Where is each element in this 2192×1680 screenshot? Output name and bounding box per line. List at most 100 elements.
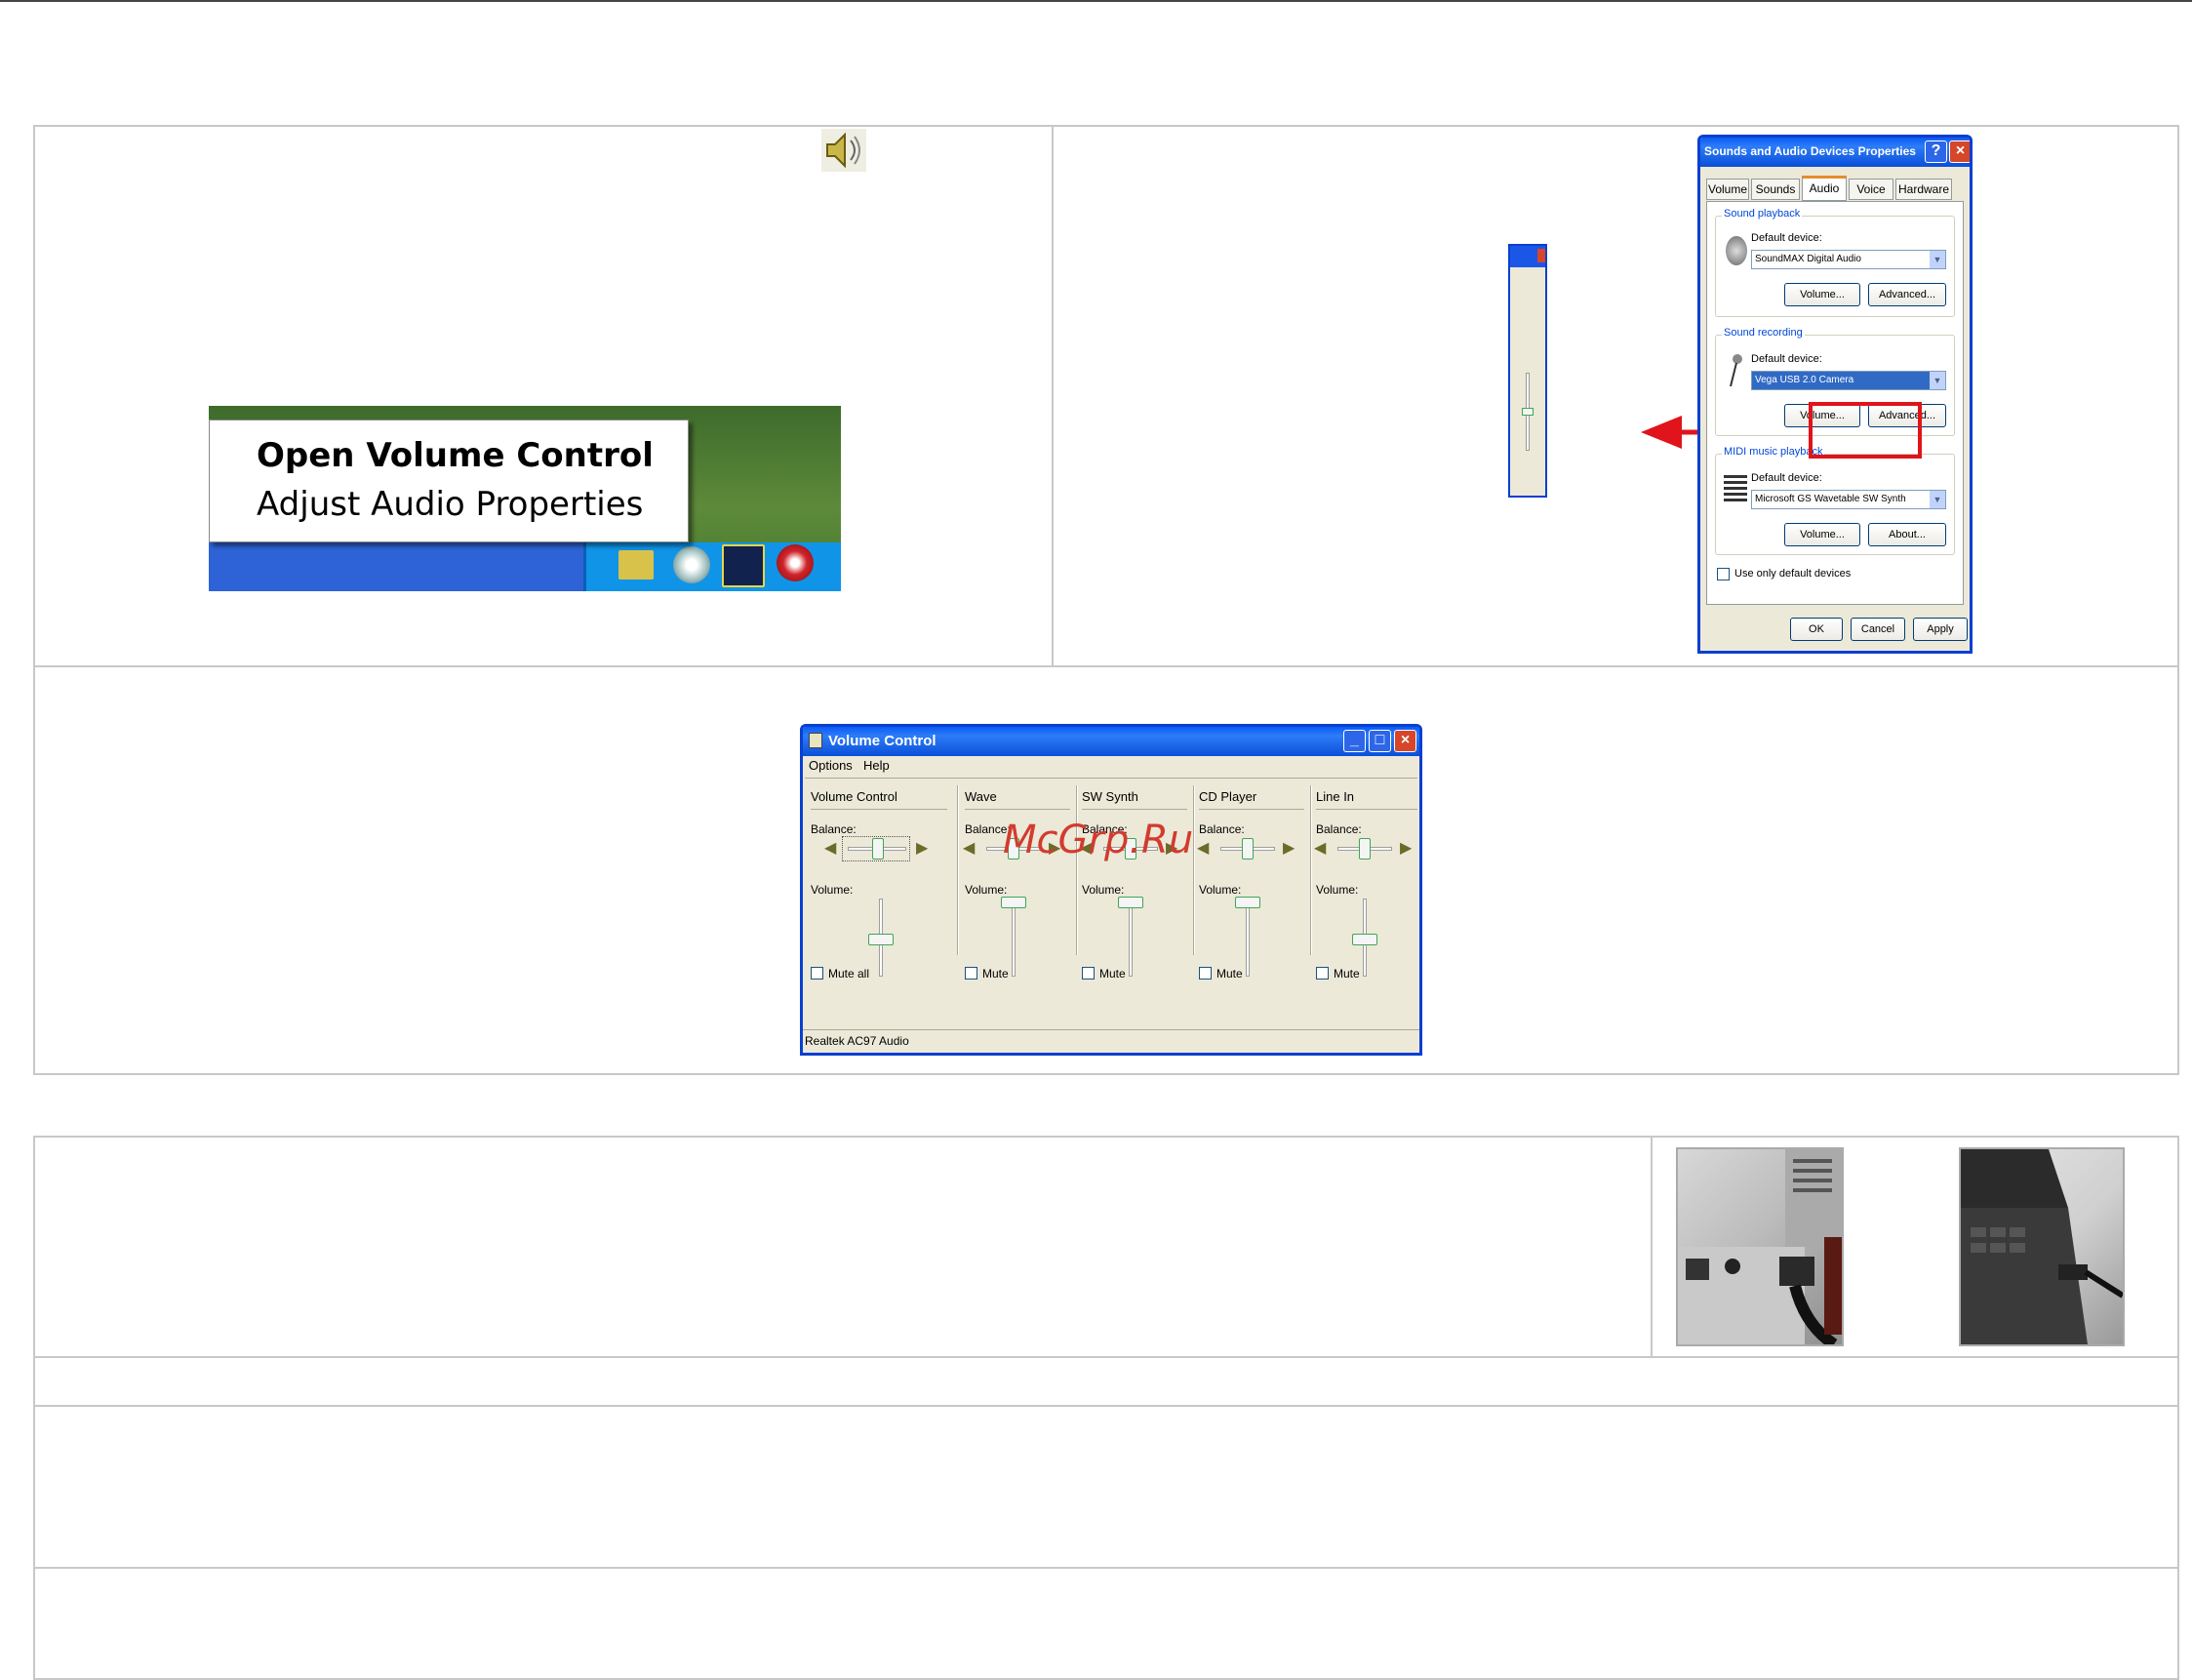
mini-volume-window (1508, 244, 1547, 498)
volume-tray-icon[interactable] (673, 546, 710, 583)
sound-properties-titlebar: Sounds and Audio Devices Properties ? × (1700, 138, 1970, 167)
column-title: Volume Control (811, 789, 897, 804)
chevron-down-icon: ▼ (1930, 372, 1945, 389)
mute-label: Mute (982, 967, 1009, 980)
ok-button[interactable]: OK (1790, 618, 1843, 641)
tab-voice[interactable]: Voice (1849, 179, 1893, 200)
menu-help[interactable]: Help (863, 758, 890, 773)
speaker-icon (1726, 236, 1747, 265)
mute-all-checkbox[interactable] (811, 967, 823, 980)
speaker-icon (821, 129, 866, 172)
lower-divider-2 (33, 1405, 2179, 1407)
column-separator (1310, 785, 1312, 955)
help-icon[interactable]: ? (1925, 140, 1947, 163)
mute-label: Mute (1099, 967, 1126, 980)
menu-options[interactable]: Options (809, 758, 853, 773)
speaker-left-icon: ◀ (1197, 840, 1210, 857)
playback-device-select[interactable]: SoundMAX Digital Audio ▼ (1751, 250, 1946, 269)
speaker-right-icon: ▶ (916, 840, 929, 857)
column-title: SW Synth (1082, 789, 1138, 804)
mute-checkbox[interactable] (965, 967, 977, 980)
mute-all-label: Mute all (828, 967, 870, 980)
highlight-box (1809, 402, 1922, 459)
volume-slider[interactable] (1001, 897, 1026, 908)
chevron-down-icon: ▼ (1930, 491, 1945, 508)
playback-volume-button[interactable]: Volume... (1784, 283, 1860, 306)
volume-slider[interactable] (868, 934, 894, 945)
maximize-icon[interactable]: □ (1369, 730, 1391, 752)
midi-about-button[interactable]: About... (1868, 523, 1946, 546)
menu-item-adjust-audio-properties[interactable]: Adjust Audio Properties (257, 485, 643, 524)
sound-properties-window: Sounds and Audio Devices Properties ? × … (1697, 135, 1973, 654)
default-device-label: Default device: (1751, 232, 1822, 244)
menu-bar: Options Help (803, 756, 1419, 776)
balance-slider[interactable] (1242, 838, 1254, 860)
speaker-left-icon: ◀ (963, 840, 976, 857)
column-separator (1193, 785, 1195, 955)
balance-label: Balance: (1316, 822, 1362, 836)
volume-label: Volume: (1082, 883, 1125, 897)
apply-button[interactable]: Apply (1913, 618, 1968, 641)
speaker-left-icon: ◀ (1314, 840, 1327, 857)
tab-hardware[interactable]: Hardware (1895, 179, 1952, 200)
wireless-tray-icon[interactable] (722, 544, 765, 587)
volume-control-window: Volume Control _ □ × Options Help Volume… (800, 724, 1422, 1056)
midi-device-select[interactable]: Microsoft GS Wavetable SW Synth ▼ (1751, 490, 1946, 509)
tab-sounds[interactable]: Sounds (1751, 179, 1800, 200)
close-icon[interactable]: × (1949, 140, 1970, 163)
mute-checkbox[interactable] (1199, 967, 1212, 980)
speaker-right-icon: ▶ (1283, 840, 1295, 857)
upper-divider-horizontal (33, 665, 2179, 667)
tray-context-menu: Open Volume Control Adjust Audio Propert… (209, 420, 689, 542)
status-text: Realtek AC97 Audio (805, 1034, 909, 1048)
security-shield-icon[interactable] (777, 544, 814, 581)
mute-checkbox[interactable] (1316, 967, 1329, 980)
mute-checkbox[interactable] (1082, 967, 1095, 980)
column-separator (957, 785, 959, 955)
group-label: Sound playback (1722, 208, 1803, 220)
sound-properties-title: Sounds and Audio Devices Properties (1704, 144, 1916, 158)
volume-label: Volume: (965, 883, 1008, 897)
close-icon[interactable]: × (1394, 730, 1416, 752)
column-title: CD Player (1199, 789, 1257, 804)
volume-label: Volume: (1316, 883, 1359, 897)
mini-volume-thumb[interactable] (1522, 408, 1534, 416)
tab-volume[interactable]: Volume (1706, 179, 1749, 200)
usb-laptop-photo (1959, 1147, 2125, 1346)
volume-control-titlebar: Volume Control _ □ × (803, 727, 1419, 756)
mixer-column-cd-player: CD Player Balance: ◀ ▶ Volume: Mute (1197, 780, 1308, 980)
use-default-devices-checkbox[interactable] (1717, 568, 1730, 580)
balance-label: Balance: (1199, 822, 1245, 836)
close-icon[interactable] (1537, 249, 1545, 262)
mute-label: Mute (1334, 967, 1360, 980)
recording-device-select[interactable]: Vega USB 2.0 Camera ▼ (1751, 371, 1946, 390)
lower-panel (33, 1136, 2179, 1680)
tray-screenshot: Open Volume Control Adjust Audio Propert… (209, 406, 841, 591)
tab-audio[interactable]: Audio (1802, 176, 1847, 201)
balance-slider[interactable] (872, 838, 884, 860)
chevron-down-icon: ▼ (1930, 251, 1945, 268)
column-separator (1076, 785, 1078, 955)
use-default-devices-label: Use only default devices (1734, 568, 1852, 580)
cancel-button[interactable]: Cancel (1851, 618, 1905, 641)
speaker-left-icon: ◀ (824, 840, 837, 857)
volume-track (1129, 899, 1133, 977)
volume-slider[interactable] (1352, 934, 1377, 945)
balance-slider[interactable] (1359, 838, 1371, 860)
playback-advanced-button[interactable]: Advanced... (1868, 283, 1946, 306)
network-icon (618, 550, 654, 580)
volume-track (1246, 899, 1250, 977)
lower-divider-3 (33, 1567, 2179, 1569)
mixer-column-line-in: Line In Balance: ◀ ▶ Volume: Mute (1314, 780, 1419, 980)
volume-slider[interactable] (1235, 897, 1260, 908)
minimize-icon[interactable]: _ (1343, 730, 1366, 752)
volume-track (1012, 899, 1016, 977)
menu-item-open-volume-control[interactable]: Open Volume Control (257, 436, 654, 475)
mute-label: Mute (1216, 967, 1243, 980)
lower-divider-1 (33, 1356, 2179, 1358)
column-title: Wave (965, 789, 997, 804)
default-device-label: Default device: (1751, 353, 1822, 365)
midi-volume-button[interactable]: Volume... (1784, 523, 1860, 546)
microphone-icon (1728, 353, 1743, 388)
volume-slider[interactable] (1118, 897, 1143, 908)
